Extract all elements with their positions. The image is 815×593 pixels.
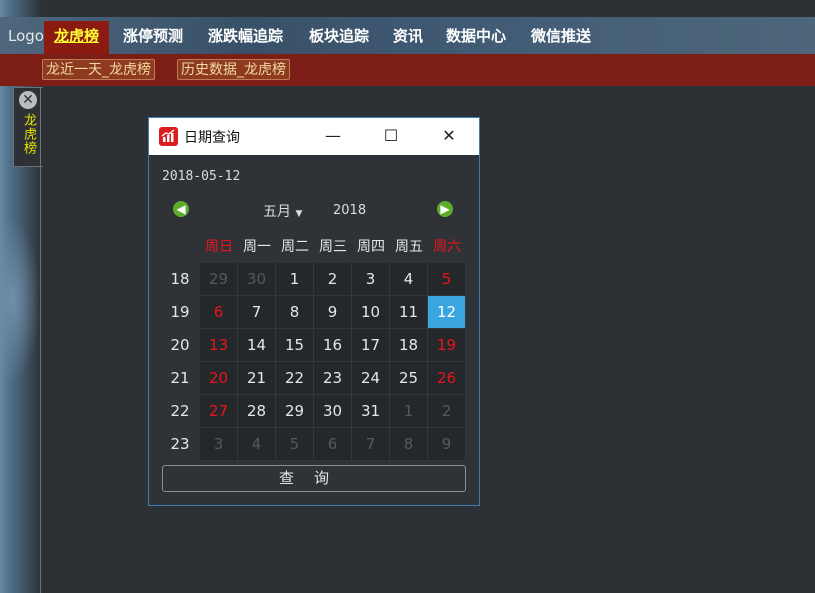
month-label: 五月 — [263, 204, 291, 220]
calendar-day[interactable]: 4 — [390, 263, 428, 296]
calendar-day[interactable]: 29 — [276, 395, 314, 428]
calendar-day[interactable]: 30 — [238, 263, 276, 296]
weekday-header: 周日 — [205, 239, 233, 255]
weekday-header: 周三 — [319, 239, 347, 255]
calendar-day[interactable]: 30 — [314, 395, 352, 428]
week-number: 23 — [170, 435, 190, 453]
previous-month-icon[interactable]: ◀ — [173, 201, 189, 217]
calendar-day[interactable]: 15 — [276, 329, 314, 362]
calendar-day[interactable]: 14 — [238, 329, 276, 362]
calendar-day[interactable]: 19 — [428, 329, 466, 362]
calendar-day[interactable]: 9 — [428, 428, 466, 461]
weekday-header: 周一 — [243, 239, 271, 255]
calendar-day-selected[interactable]: 12 — [428, 296, 466, 329]
weekday-header: 周六 — [433, 239, 461, 255]
nav-item-limit-up-forecast[interactable]: 涨停预测 — [113, 21, 193, 54]
nav-item-change-tracking[interactable]: 涨跌幅追踪 — [198, 21, 293, 54]
calendar-day[interactable]: 13 — [200, 329, 238, 362]
nav-item-data-center[interactable]: 数据中心 — [436, 21, 516, 54]
maximize-icon[interactable]: ☐ — [378, 124, 404, 148]
subnav-history-data-button[interactable]: 历史数据_龙虎榜 — [177, 59, 290, 80]
chevron-down-icon: ▼ — [295, 209, 303, 219]
calendar-day[interactable]: 6 — [314, 428, 352, 461]
calendar-day[interactable]: 8 — [276, 296, 314, 329]
week-number: 20 — [170, 336, 190, 354]
close-icon[interactable]: ✕ — [436, 124, 462, 148]
calendar-day[interactable]: 26 — [428, 362, 466, 395]
side-tab-label: 龙虎榜 — [21, 113, 36, 155]
chart-app-icon — [159, 127, 178, 146]
calendar-day[interactable]: 28 — [238, 395, 276, 428]
year-selector[interactable]: 2018 — [333, 203, 366, 218]
week-number: 22 — [170, 402, 190, 420]
calendar-day[interactable]: 21 — [238, 362, 276, 395]
calendar-day[interactable]: 1 — [390, 395, 428, 428]
calendar-day[interactable]: 5 — [276, 428, 314, 461]
logo: Logo — [8, 27, 44, 45]
weekday-header: 周四 — [357, 239, 385, 255]
calendar-day[interactable]: 10 — [352, 296, 390, 329]
calendar-day[interactable]: 31 — [352, 395, 390, 428]
calendar-day[interactable]: 2 — [428, 395, 466, 428]
calendar-day[interactable]: 2 — [314, 263, 352, 296]
minimize-icon[interactable]: — — [320, 124, 346, 148]
nav-item-news[interactable]: 资讯 — [383, 21, 433, 54]
calendar-day[interactable]: 18 — [390, 329, 428, 362]
subnav-recent-day-button[interactable]: 龙近一天_龙虎榜 — [42, 59, 155, 80]
side-divider — [40, 87, 41, 593]
calendar-day[interactable]: 25 — [390, 362, 428, 395]
calendar-day[interactable]: 4 — [238, 428, 276, 461]
calendar-day[interactable]: 7 — [238, 296, 276, 329]
calendar-day[interactable]: 9 — [314, 296, 352, 329]
calendar-day[interactable]: 3 — [200, 428, 238, 461]
query-button[interactable]: 查询 — [162, 465, 466, 492]
calendar-day[interactable]: 24 — [352, 362, 390, 395]
calendar-day[interactable]: 16 — [314, 329, 352, 362]
calendar-day[interactable]: 6 — [200, 296, 238, 329]
calendar-day[interactable]: 7 — [352, 428, 390, 461]
calendar-day[interactable]: 1 — [276, 263, 314, 296]
calendar-day[interactable]: 8 — [390, 428, 428, 461]
weekday-header: 周二 — [281, 239, 309, 255]
month-selector[interactable]: 五月 ▼ — [263, 201, 302, 221]
week-number: 19 — [170, 303, 190, 321]
week-number: 18 — [170, 270, 190, 288]
dialog-title: 日期查询 — [184, 130, 240, 146]
calendar-day[interactable]: 3 — [352, 263, 390, 296]
calendar-day[interactable]: 5 — [428, 263, 466, 296]
calendar-day[interactable]: 11 — [390, 296, 428, 329]
weekday-header: 周五 — [395, 239, 423, 255]
close-tab-icon[interactable]: ✕ — [19, 91, 37, 109]
calendar-day[interactable]: 20 — [200, 362, 238, 395]
next-month-icon[interactable]: ▶ — [437, 201, 453, 217]
calendar-day[interactable]: 23 — [314, 362, 352, 395]
date-query-dialog: 日期查询 — ☐ ✕ 2018-05-12 ◀ 五月 ▼ 2018 ▶ 周日 周一… — [148, 117, 480, 506]
selected-date-display: 2018-05-12 — [162, 169, 241, 184]
nav-item-longhubang[interactable]: 龙虎榜 — [44, 21, 110, 54]
calendar-day[interactable]: 29 — [200, 263, 238, 296]
calendar-day[interactable]: 17 — [352, 329, 390, 362]
nav-item-wechat-push[interactable]: 微信推送 — [521, 21, 601, 54]
calendar-day[interactable]: 22 — [276, 362, 314, 395]
nav-item-sector-tracking[interactable]: 板块追踪 — [299, 21, 379, 54]
week-number: 21 — [170, 369, 190, 387]
calendar-day[interactable]: 27 — [200, 395, 238, 428]
